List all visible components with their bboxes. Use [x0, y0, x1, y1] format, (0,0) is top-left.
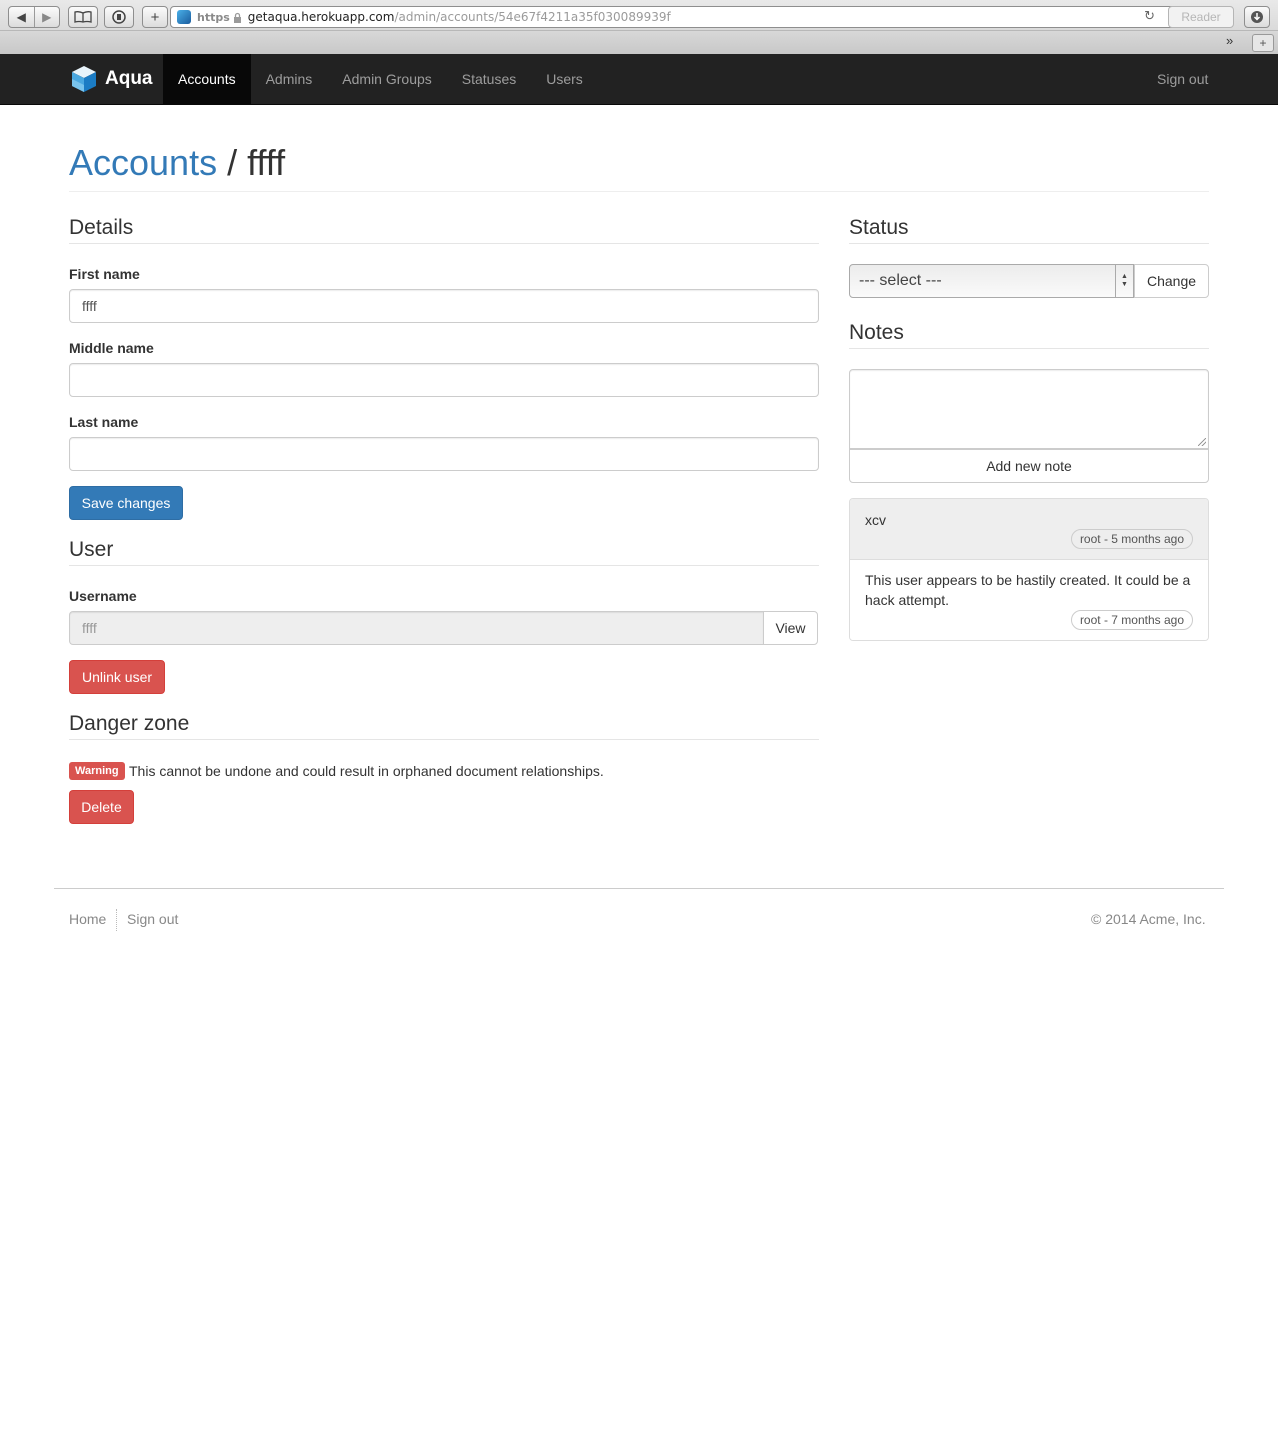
- add-new-note-button[interactable]: Add new note: [849, 449, 1209, 483]
- more-bookmarks-icon[interactable]: »: [1226, 33, 1233, 48]
- downloads-button[interactable]: [1244, 6, 1270, 28]
- select-arrows-icon: ▲ ▼: [1115, 265, 1133, 297]
- note-text: xcv: [865, 512, 886, 528]
- url-host: getaqua.herokuapp.com: [247, 10, 395, 24]
- lock-icon: [233, 12, 241, 23]
- new-tab-button[interactable]: +: [142, 6, 168, 28]
- middle-name-input[interactable]: [69, 363, 819, 397]
- footer-sign-out-link[interactable]: Sign out: [127, 911, 178, 927]
- reader-button[interactable]: Reader: [1168, 6, 1234, 28]
- forward-icon[interactable]: ▶: [35, 10, 60, 24]
- nav-item-statuses[interactable]: Statuses: [447, 54, 531, 104]
- note-text: This user appears to be hastily created.…: [865, 572, 1191, 608]
- save-changes-button[interactable]: Save changes: [69, 486, 183, 520]
- protocol-label: https: [197, 10, 230, 24]
- breadcrumb-separator: /: [217, 142, 248, 183]
- nav-item-admins[interactable]: Admins: [251, 54, 328, 104]
- view-user-button[interactable]: View: [763, 611, 818, 645]
- delete-button[interactable]: Delete: [69, 790, 134, 824]
- new-note-textarea[interactable]: [849, 369, 1209, 449]
- bookmarks-button[interactable]: [68, 6, 98, 28]
- nav-item-accounts[interactable]: Accounts: [163, 54, 251, 104]
- top-sites-button[interactable]: [104, 6, 134, 28]
- nav-item-admin-groups[interactable]: Admin Groups: [327, 54, 446, 104]
- bookmarks-bar: » +: [0, 30, 1278, 54]
- note-meta-badge: root - 7 months ago: [1070, 610, 1193, 630]
- page-title: Accounts / ffff: [69, 142, 285, 184]
- resize-handle-icon[interactable]: [1198, 438, 1206, 446]
- user-heading: User: [69, 538, 114, 561]
- brand-name: Aqua: [105, 68, 153, 89]
- nav-sign-out[interactable]: Sign out: [1142, 54, 1223, 104]
- note-meta-badge: root - 5 months ago: [1070, 529, 1193, 549]
- copyright: © 2014 Acme, Inc.: [1091, 911, 1206, 927]
- footer-divider: [54, 888, 1224, 889]
- download-icon: [1251, 11, 1263, 23]
- notes-list: xcv root - 5 months ago This user appear…: [849, 498, 1209, 641]
- title-divider: [69, 191, 1209, 192]
- browser-chrome: ◀ ▶ + https getaqua.herokuapp.com/admin/…: [0, 0, 1278, 54]
- status-heading: Status: [849, 216, 909, 239]
- footer-home-link[interactable]: Home: [69, 911, 106, 927]
- warning-badge: Warning: [69, 762, 125, 780]
- username-input: [69, 611, 764, 645]
- change-status-button[interactable]: Change: [1134, 264, 1209, 298]
- last-name-label: Last name: [69, 414, 139, 430]
- reload-icon[interactable]: ↻: [1144, 9, 1155, 24]
- details-heading: Details: [69, 216, 134, 239]
- notes-heading: Notes: [849, 321, 904, 344]
- list-item: xcv root - 5 months ago: [850, 499, 1208, 560]
- unlink-user-button[interactable]: Unlink user: [69, 660, 165, 694]
- account-name: ffff: [247, 142, 286, 183]
- username-label: Username: [69, 588, 137, 604]
- list-item: This user appears to be hastily created.…: [850, 560, 1208, 640]
- middle-name-label: Middle name: [69, 340, 154, 356]
- top-sites-icon: [112, 10, 126, 24]
- status-select[interactable]: --- select --- ▲ ▼: [849, 264, 1134, 298]
- brand-link[interactable]: Aqua: [69, 54, 153, 104]
- first-name-input[interactable]: [69, 289, 819, 323]
- last-name-input[interactable]: [69, 437, 819, 471]
- book-icon: [74, 11, 92, 23]
- main-nav: Accounts Admins Admin Groups Statuses Us…: [163, 54, 598, 104]
- url-path: /admin/accounts/54e67f4211a35f030089939f: [394, 10, 671, 24]
- footer-separator: [116, 909, 117, 931]
- add-bookmark-button[interactable]: +: [1252, 34, 1274, 52]
- site-favicon-icon: [177, 10, 191, 24]
- notes-divider: [849, 348, 1209, 349]
- warning-message: This cannot be undone and could result i…: [129, 763, 604, 779]
- back-icon[interactable]: ◀: [9, 10, 34, 24]
- first-name-label: First name: [69, 266, 140, 282]
- details-divider: [69, 243, 819, 244]
- back-forward-buttons[interactable]: ◀ ▶: [8, 6, 60, 28]
- status-divider: [849, 243, 1209, 244]
- nav-item-users[interactable]: Users: [531, 54, 598, 104]
- danger-divider: [69, 739, 819, 740]
- status-select-value: --- select ---: [859, 272, 942, 289]
- user-divider: [69, 565, 819, 566]
- plus-icon: +: [150, 8, 160, 26]
- address-bar[interactable]: https getaqua.herokuapp.com/admin/accoun…: [170, 6, 1190, 28]
- danger-zone-heading: Danger zone: [69, 712, 190, 735]
- breadcrumb-accounts-link[interactable]: Accounts: [69, 142, 217, 183]
- top-navbar: Aqua Accounts Admins Admin Groups Status…: [0, 54, 1278, 105]
- aqua-cube-icon: [72, 66, 96, 92]
